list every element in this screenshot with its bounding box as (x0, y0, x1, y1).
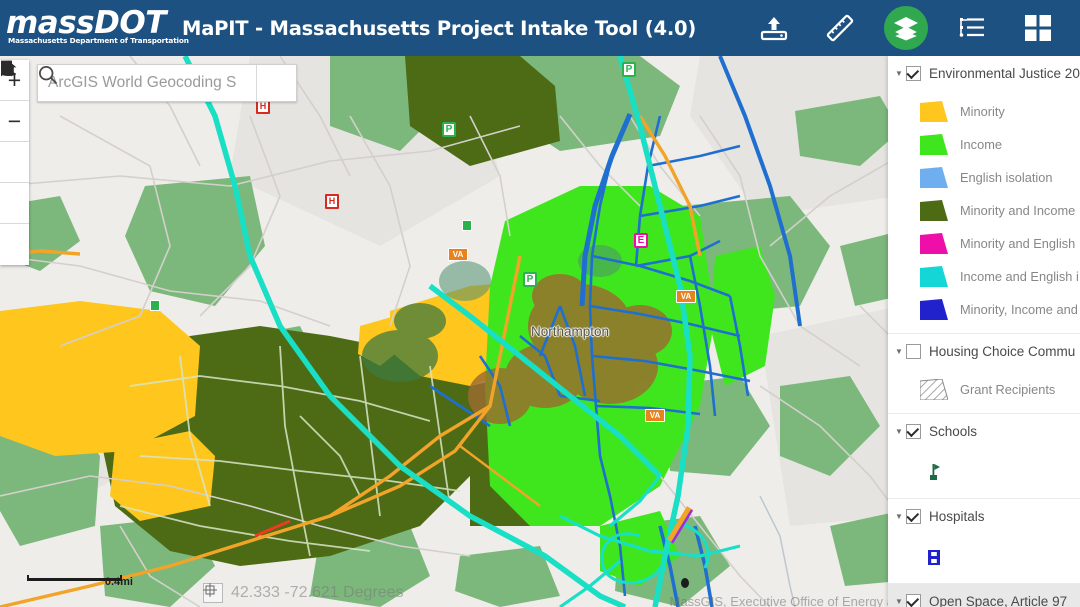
city-label-northampton: Northampton (531, 324, 610, 339)
chevron-down-icon[interactable]: ▼ (892, 69, 906, 78)
legend-item-label: Minority (960, 104, 1005, 119)
scale-bar: 0.4mi (27, 575, 133, 588)
legend-panel[interactable]: ▼ Environmental Justice 20 Minority Inco… (888, 56, 1080, 607)
marker-parking[interactable]: P (442, 122, 456, 137)
legend-item-label: Minority, Income and (960, 302, 1078, 317)
legend-swatch-grant-recipients (919, 378, 949, 401)
bookmark-button[interactable] (0, 60, 29, 224)
legend-item: Grant Recipients (888, 373, 1080, 406)
mapit-application: massDOT Massachusetts Department of Tran… (0, 0, 1080, 607)
legend-item (888, 453, 1080, 491)
legend-item-label: Minority and Income (960, 203, 1076, 218)
legend-swatch-english-isolation (920, 167, 948, 188)
legend-group-header[interactable]: ▼ Housing Choice Commu (888, 334, 1080, 369)
search-bar[interactable] (37, 64, 297, 102)
upload-icon[interactable] (752, 6, 796, 50)
marker-school-flag[interactable] (150, 300, 160, 311)
zoom-out-button[interactable]: − (0, 101, 29, 142)
legend-list-icon[interactable] (950, 6, 994, 50)
legend-item-list (888, 449, 1080, 498)
massdot-logo-subtitle: Massachusetts Department of Transportati… (8, 36, 189, 45)
legend-swatch-minority (920, 101, 948, 122)
header-toolbar (752, 6, 1080, 50)
legend-item-label: Income (960, 137, 1002, 152)
legend-group-title: Open Space, Article 97 (929, 594, 1068, 607)
legend-swatch-minority-income (920, 200, 948, 221)
legend-item: Minority and Income (888, 194, 1080, 227)
coordinate-widget[interactable]: 42.333 -72.621 Degrees (203, 583, 404, 603)
legend-group-header[interactable]: ▼ Open Space, Article 97 (888, 584, 1080, 607)
legend-item-label: Grant Recipients (960, 382, 1056, 397)
marker-va[interactable]: VA (676, 290, 696, 303)
legend-group-checkbox[interactable] (906, 344, 921, 359)
measure-ruler-icon[interactable] (818, 6, 862, 50)
chevron-down-icon[interactable]: ▼ (892, 427, 906, 436)
legend-swatch-income (920, 134, 948, 155)
locate-person-icon (1, 60, 16, 76)
legend-item: Minority, Income and (888, 293, 1080, 326)
coordinate-readout: 42.333 -72.621 Degrees (231, 584, 404, 601)
legend-group-header[interactable]: ▼ Environmental Justice 20 (888, 56, 1080, 91)
massdot-logo[interactable]: massDOT Massachusetts Department of Tran… (0, 0, 189, 56)
layers-icon[interactable] (884, 6, 928, 50)
map-toolbar: + − (0, 60, 29, 265)
legend-group-hospitals: ▼ Hospitals (888, 499, 1080, 584)
marker-school-red[interactable]: H (325, 194, 339, 209)
map-attribution: MassGIS, Executive Office of Energy a (669, 594, 894, 607)
legend-item: Income and English i (888, 260, 1080, 293)
school-flag-icon (920, 462, 948, 482)
marker-va[interactable]: VA (645, 409, 665, 422)
legend-item-label: Minority and English (960, 236, 1076, 251)
marker-environmental[interactable]: E (634, 233, 648, 248)
marker-va[interactable]: VA (448, 248, 468, 261)
legend-group-open-space: ▼ Open Space, Article 97 (888, 584, 1080, 607)
chevron-down-icon[interactable]: ▼ (892, 597, 906, 606)
legend-group-header[interactable]: ▼ Schools (888, 414, 1080, 449)
legend-item: Minority and English (888, 227, 1080, 260)
legend-item: Minority (888, 95, 1080, 128)
legend-item-list: Minority Income English isolation Minori… (888, 91, 1080, 333)
legend-group-housing-choice: ▼ Housing Choice Commu Grant Recipients (888, 334, 1080, 414)
legend-group-checkbox[interactable] (906, 509, 921, 524)
legend-group-environmental-justice: ▼ Environmental Justice 20 Minority Inco… (888, 56, 1080, 334)
marker-parking[interactable]: P (523, 272, 537, 287)
legend-swatch-minority-english (920, 233, 948, 254)
legend-item (888, 538, 1080, 576)
page-title: MaPIT - Massachusetts Project Intake Too… (182, 16, 697, 40)
legend-item-list (888, 534, 1080, 583)
legend-group-schools: ▼ Schools (888, 414, 1080, 499)
legend-group-title: Housing Choice Commu (929, 344, 1076, 359)
legend-group-checkbox[interactable] (906, 424, 921, 439)
legend-item: Income (888, 128, 1080, 161)
app-header: massDOT Massachusetts Department of Tran… (0, 0, 1080, 56)
legend-group-checkbox[interactable] (906, 594, 921, 607)
search-icon (38, 65, 58, 85)
basemap-grid-icon[interactable] (1016, 6, 1060, 50)
home-button[interactable] (0, 60, 29, 183)
legend-group-title: Schools (929, 424, 978, 439)
hospital-h-icon (920, 549, 948, 566)
chevron-down-icon[interactable]: ▼ (892, 347, 906, 356)
search-input[interactable] (38, 65, 256, 101)
marker-parking[interactable]: P (622, 62, 636, 77)
chevron-down-icon[interactable]: ▼ (892, 512, 906, 521)
legend-item-label: English isolation (960, 170, 1053, 185)
legend-group-title: Hospitals (929, 509, 985, 524)
legend-swatch-income-english (920, 266, 948, 287)
legend-group-header[interactable]: ▼ Hospitals (888, 499, 1080, 534)
marker-school-flag[interactable] (462, 220, 472, 231)
locate-button[interactable] (0, 60, 29, 265)
crosshair-icon[interactable] (203, 583, 223, 603)
legend-item-list: Grant Recipients (888, 369, 1080, 413)
minus-icon: − (7, 107, 22, 134)
legend-group-title: Environmental Justice 20 (929, 66, 1080, 81)
search-button[interactable] (38, 65, 296, 101)
legend-item-label: Income and English i (960, 269, 1079, 284)
scale-bar-label: 0.4mi (104, 576, 133, 588)
legend-group-checkbox[interactable] (906, 66, 921, 81)
legend-item: English isolation (888, 161, 1080, 194)
legend-swatch-minority-income-english (920, 299, 948, 320)
